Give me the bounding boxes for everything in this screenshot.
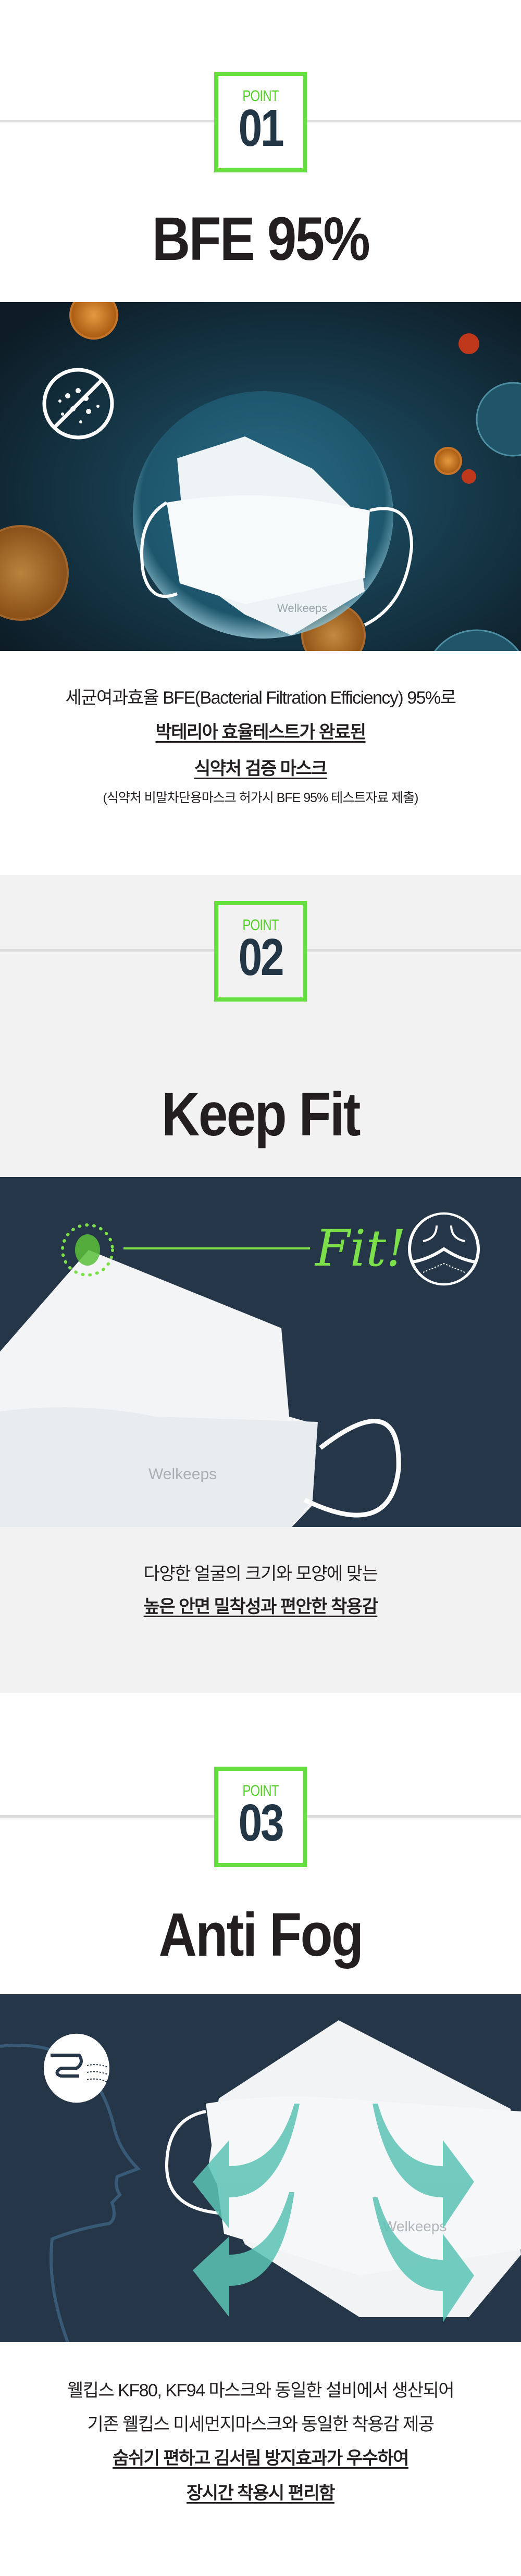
highlight-line: 숨쉬기 편하고 김서림 방지효과가 우수하여 — [113, 2448, 409, 2468]
description-line: 다양한 얼굴의 크기와 모양에 맞는 — [143, 1564, 378, 1584]
section-title: Anti Fog — [158, 1900, 364, 1969]
point-01-section: POINT 01 BFE 95% Welkeeps 세균여과효율 BFE(Bac… — [0, 0, 521, 875]
highlight-line: 높은 안면 밀착성과 편안한 착용감 — [143, 1597, 378, 1617]
keep-fit-mask-image: Welkeeps Fit! — [0, 1177, 521, 1527]
description-line: 웰킵스 KF80, KF94 마스크와 동일한 설비에서 생산되어 — [67, 2381, 455, 2400]
footnote: (식약처 비말차단용마스크 허가시 BFE 95% 테스트자료 제출) — [103, 791, 419, 805]
point-02-section: POINT 02 Keep Fit Welkeeps Fit! 다양한 얼굴의 … — [0, 875, 521, 1693]
fit-label: Fit! — [314, 1219, 406, 1278]
description-line: 기존 웰킵스 미세먼지마스크와 동일한 착용감 제공 — [87, 2415, 435, 2434]
anti-fog-mask-image: Welkeeps — [0, 1994, 521, 2342]
highlight-line: 식약처 검증 마스크 — [194, 759, 328, 779]
point-number: 02 — [238, 928, 284, 986]
bfe-mask-image: Welkeeps — [0, 302, 521, 651]
point-03-section: POINT 03 Anti Fog Welkeeps 웰킵스 KF80, KF9… — [0, 1693, 521, 2576]
section-title: BFE 95% — [152, 205, 370, 273]
point-badge: POINT 02 — [214, 901, 307, 1002]
point-badge: POINT 01 — [214, 72, 307, 172]
point-number: 03 — [238, 1794, 284, 1852]
highlight-line: 장시간 착용시 편리함 — [187, 2483, 335, 2503]
point-number: 01 — [238, 99, 284, 157]
brand-mark: Welkeeps — [148, 1466, 217, 1483]
breathing-face-icon — [44, 2033, 109, 2103]
description-line: 세균여과효율 BFE(Bacterial Filtration Efficien… — [65, 688, 456, 708]
highlight-line: 박테리아 효율테스트가 완료된 — [155, 722, 366, 742]
point-badge: POINT 03 — [214, 1767, 307, 1867]
section-title: Keep Fit — [162, 1080, 361, 1149]
brand-mark: Welkeeps — [277, 602, 327, 615]
